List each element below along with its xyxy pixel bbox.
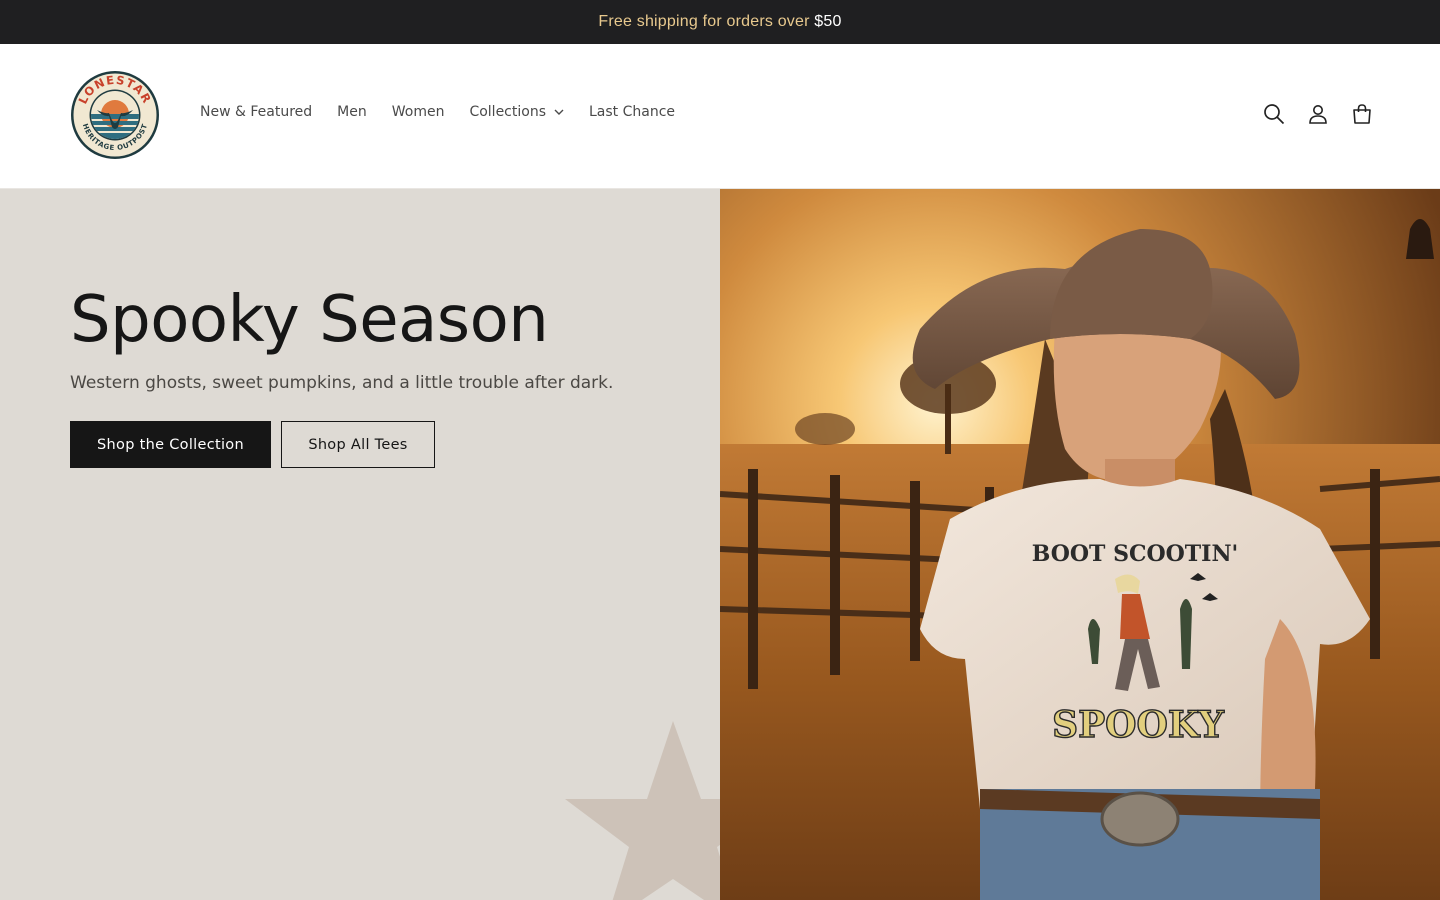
nav-item-new-featured[interactable]: New & Featured bbox=[200, 104, 312, 120]
brand-logo[interactable]: LONESTAR HERITAGE OUTPOST bbox=[70, 70, 160, 160]
hero-banner: Spooky Season Western ghosts, sweet pump… bbox=[0, 189, 1440, 900]
account-icon[interactable] bbox=[1306, 102, 1330, 126]
nav-item-collections[interactable]: Collections bbox=[469, 104, 564, 120]
announcement-message: Free shipping for orders over bbox=[598, 13, 815, 30]
shirt-top-text: BOOT SCOOTIN' bbox=[1032, 541, 1239, 567]
cart-icon[interactable] bbox=[1350, 102, 1374, 126]
nav-item-women[interactable]: Women bbox=[392, 104, 445, 120]
hero-content: Spooky Season Western ghosts, sweet pump… bbox=[0, 189, 720, 900]
announcement-bar: Free shipping for orders over $50 bbox=[0, 0, 1440, 44]
shirt-bottom-text: SPOOKY bbox=[1052, 704, 1225, 746]
star-icon bbox=[565, 721, 720, 900]
hero-subtitle: Western ghosts, sweet pumpkins, and a li… bbox=[70, 373, 614, 393]
shop-collection-button[interactable]: Shop the Collection bbox=[70, 421, 271, 468]
chevron-down-icon bbox=[554, 109, 564, 115]
nav-item-label: Men bbox=[337, 104, 367, 120]
nav-item-label: New & Featured bbox=[200, 104, 313, 120]
shop-all-tees-button[interactable]: Shop All Tees bbox=[281, 421, 435, 468]
header-actions bbox=[1242, 102, 1374, 126]
announcement-text: Free shipping for orders over $50 bbox=[598, 13, 841, 31]
nav-item-last-chance[interactable]: Last Chance bbox=[589, 104, 675, 120]
nav-item-label: Women bbox=[391, 104, 445, 120]
main-nav: New & Featured Men Women Collections Las… bbox=[200, 104, 700, 120]
hero-image: BOOT SCOOTIN' SPOOKY bbox=[720, 189, 1440, 900]
announcement-amount: $50 bbox=[814, 13, 842, 30]
hero-buttons: Shop the Collection Shop All Tees bbox=[70, 421, 435, 468]
nav-item-men[interactable]: Men bbox=[337, 104, 367, 120]
nav-item-label: Collections bbox=[469, 104, 546, 120]
nav-item-label: Last Chance bbox=[589, 104, 676, 120]
site-header: LONESTAR HERITAGE OUTPOST New & Featured… bbox=[0, 44, 1440, 189]
hero-title: Spooky Season bbox=[70, 283, 549, 357]
search-icon[interactable] bbox=[1262, 102, 1286, 126]
